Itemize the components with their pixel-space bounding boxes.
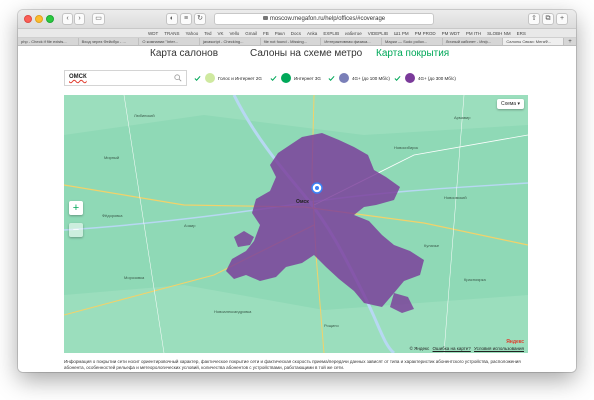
checkmark-icon [328,75,335,81]
back-button[interactable]: ‹ [62,13,73,25]
map-place-label: Армавир [454,115,471,120]
browser-window: ‹ › ▭ ◐ ≡ ↻ moscow.megafon.ru/help/offic… [18,10,576,372]
bookmark-item[interactable]: PM ITH [466,29,481,37]
bookmark-item[interactable]: Ракл [275,29,285,37]
checkmark-icon [394,75,401,81]
browser-tab[interactable]: javascript - Checking... [200,38,261,45]
bookmark-item[interactable]: TRANS [164,29,179,37]
legend-4g-100[interactable]: 4G+ (до 100 Мб/с) [328,73,390,83]
legend-2g-swatch [205,73,215,83]
browser-tab[interactable]: php - Check if file exists... [18,38,79,45]
city-search-value: ОМСК [69,74,87,80]
bookmark-item[interactable]: Vello [229,29,239,37]
map-error-link[interactable]: Ошибка на карте? [433,346,471,351]
zoom-out-button[interactable]: − [69,223,83,237]
minimize-window-button[interactable] [35,15,43,23]
legend-2g-label: Голос и Интернет 2G [218,75,262,81]
coverage-disclaimer: Информация о покрытии сети носит ориенти… [64,359,521,370]
map-footer: © Яндекс Ошибка на карте? Условия исполь… [408,346,524,351]
bookmark-item[interactable]: Anka [307,29,317,37]
chevron-down-icon: ▾ [517,101,520,107]
bookmark-item[interactable]: ERS [517,29,526,37]
yandex-logo: Яндекс [506,339,524,345]
browser-tab[interactable]: Личный кабинет - Инф... [443,38,504,45]
address-bar[interactable]: moscow.megafon.ru/help/offices/#coverage [214,13,434,25]
bookmarks-bar: WDT TRANS Yahoo Ted VK Vello Gmail FB Ракл Docs An… [18,29,576,38]
forward-button[interactable]: › [74,13,85,25]
bookmark-item[interactable]: PM PROD [415,29,436,37]
legend-3g-label: Интернет 3G [294,75,321,81]
checkmark-icon [194,75,201,81]
new-tab-icon[interactable]: + [556,13,568,25]
bookmark-item[interactable]: избитое [345,29,362,37]
bookmark-item[interactable]: PM WDT [442,29,460,37]
bookmark-item[interactable]: Ted [204,29,211,37]
browser-toolbar: ‹ › ▭ ◐ ≡ ↻ moscow.megafon.ru/help/offic… [18,10,576,29]
browser-tab[interactable]: Салоны Связи: МегаФ... [503,38,565,45]
legend-4g-300[interactable]: 4G+ (до 300 Мб/с) [394,73,456,83]
map-place-label: Новоалександровка [214,309,252,314]
legend-2g[interactable]: Голос и Интернет 2G [194,73,262,83]
nav-salons-map[interactable]: Карта салонов [150,48,218,59]
map-city-label: Омск [296,199,309,205]
map-place-label: Морозовка [124,275,145,280]
browser-tab[interactable]: О компании "Inter... [139,38,201,45]
legend-3g[interactable]: Интернет 3G [270,73,321,83]
refresh-icon[interactable]: ↻ [194,13,206,25]
tab-bar: php - Check if file exists... Вход через … [18,38,576,46]
zoom-in-button[interactable]: + [69,201,83,215]
nav-metro-scheme[interactable]: Салоны на схеме метро [250,48,362,59]
city-search-input[interactable]: ОМСК [64,70,187,86]
bookmark-item[interactable]: FB [263,29,269,37]
legend-4g-300-label: 4G+ (до 300 Мб/с) [418,75,456,81]
browser-tab[interactable]: Вход через Фейсбук - ... [79,38,140,45]
bookmark-item[interactable]: WDT [148,29,158,37]
coverage-map[interactable]: Любинский Мирный Фёдоровка Морозовка Нов… [64,95,528,353]
location-pin-icon[interactable] [311,182,323,194]
add-tab-icon[interactable]: + [564,38,576,45]
map-place-label: Новоомский [444,195,467,200]
map-terms-link[interactable]: Условия использования [474,346,524,351]
bookmark-item[interactable]: Yahoo [186,29,199,37]
reader-icon[interactable]: ≡ [180,13,192,25]
close-window-button[interactable] [24,15,32,23]
map-place-label: Новосибирск [394,145,419,150]
browser-tab[interactable]: Марки — Sudo pollux... [382,38,443,45]
map-canvas[interactable] [64,95,528,353]
legend-4g-300-swatch [405,73,415,83]
browser-tab[interactable]: file not found - Missing... [261,38,322,45]
shield-icon[interactable]: ◐ [166,13,178,25]
bookmark-item[interactable]: VK [217,29,223,37]
bookmark-item[interactable]: SLOBH NM [487,29,511,37]
legend-3g-swatch [281,73,291,83]
map-copyright: © Яндекс [409,346,430,351]
bookmark-item[interactable]: VIDEPLIB [368,29,388,37]
browser-tab[interactable]: Интерактивная физика... [321,38,383,45]
checkmark-icon [270,75,277,81]
map-place-label: Любинский [134,113,155,118]
zoom-window-button[interactable] [46,15,54,23]
lock-icon [262,16,268,20]
sidebar-icon[interactable]: ▭ [92,13,105,25]
bookmark-item[interactable]: EXPLIB [323,29,339,37]
map-place-label: Рощино [324,323,339,328]
share-icon[interactable]: ⇧ [528,13,540,25]
page-content: Карта салонов Салоны на схеме метро Карт… [18,47,576,372]
bookmark-item[interactable]: Ш1 PM [394,29,409,37]
legend-4g-100-label: 4G+ (до 100 Мб/с) [352,75,390,81]
search-icon[interactable] [174,74,182,82]
address-text: moscow.megafon.ru/help/offices/#coverage [269,16,386,22]
map-place-label: Мирный [104,155,120,160]
map-place-label: Красноярка [464,277,486,282]
map-layer-label: Схема [501,101,517,107]
map-place-label: Кулачье [424,243,440,248]
nav-coverage-map[interactable]: Карта покрытия [376,48,449,59]
map-place-label: Фёдоровка [102,213,123,218]
map-layer-button[interactable]: Схема ▾ [497,99,524,109]
map-place-label: Ачаир [184,223,196,228]
bookmark-item[interactable]: Docs [291,29,301,37]
tabs-overview-icon[interactable]: ⧉ [542,13,554,25]
bookmark-item[interactable]: Gmail [245,29,257,37]
legend-4g-100-swatch [339,73,349,83]
